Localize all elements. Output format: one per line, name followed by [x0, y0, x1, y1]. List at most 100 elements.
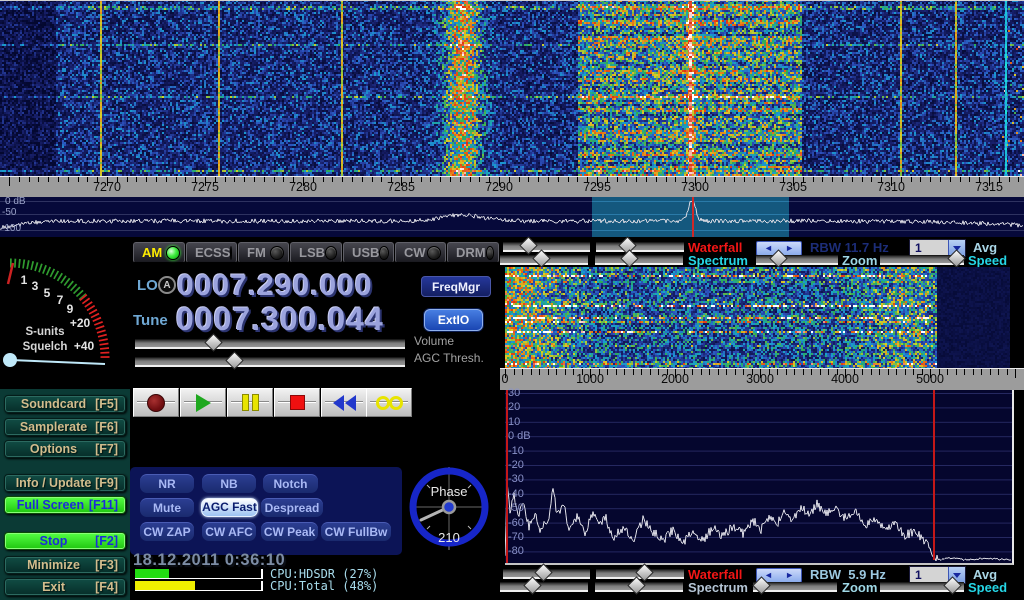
exit-button[interactable]: Exit[F4] [4, 578, 126, 596]
cpu-hdsdr-bar [135, 569, 263, 579]
volume-slider[interactable] [135, 339, 405, 349]
mode-led [166, 246, 180, 260]
audio-spectrum-display[interactable] [505, 390, 1012, 563]
waterfall-contrast-slider[interactable] [596, 242, 684, 252]
slider-thumb[interactable] [620, 249, 638, 267]
speed2-slider[interactable] [880, 582, 964, 592]
agc-thresh-slider-thumb[interactable] [225, 351, 243, 369]
mode-button-drm[interactable]: DRM [447, 242, 499, 263]
rf-scale-tick-label: 7315 [975, 180, 1003, 194]
db-tick-label: -30 [508, 473, 524, 485]
pause-button[interactable] [227, 388, 273, 417]
play-button[interactable] [180, 388, 226, 417]
samplerate-button[interactable]: Samplerate[F6] [4, 418, 126, 436]
window-top-edge [0, 0, 1024, 1]
slider-thumb[interactable] [532, 249, 550, 267]
slider-thumb[interactable] [523, 576, 541, 594]
speed-slider[interactable] [880, 255, 964, 265]
db-tick-label: 10 [508, 416, 520, 428]
mode-button-ecss[interactable]: ECSS [186, 242, 237, 263]
stop-button[interactable]: Stop[F2] [4, 532, 126, 550]
db-tick-label: -80 [508, 545, 524, 557]
rf-scale-tick-label: 7280 [289, 180, 317, 194]
nr-button[interactable]: NR [140, 474, 194, 493]
spectrum-range-slider[interactable] [595, 255, 683, 265]
spectrum2-range-slider[interactable] [595, 582, 683, 592]
record-icon [147, 394, 165, 412]
arrow-left-icon[interactable]: ◄ [764, 244, 773, 253]
arrow-right-icon[interactable]: ► [785, 571, 794, 580]
lo-frequency-display[interactable]: 0007.290.000 [177, 269, 373, 303]
spectrum-gain-slider[interactable] [500, 255, 588, 265]
soundcard-button[interactable]: Soundcard[F5] [4, 395, 126, 413]
mode-led [270, 246, 284, 260]
tune-frequency-display[interactable]: 0007.300.044 [176, 301, 384, 338]
audio-scale-tick-label: 3000 [746, 372, 774, 386]
db-tick-label: 20 [508, 401, 520, 413]
db-tick-label: -60 [508, 517, 524, 529]
agc-thresh-slider[interactable] [135, 357, 405, 367]
audio-waterfall-display[interactable] [505, 267, 1010, 368]
mode-button-fm[interactable]: FM [238, 242, 289, 263]
slider-thumb[interactable] [534, 563, 552, 581]
waterfall-brightness-slider[interactable] [503, 242, 590, 252]
spectrum-label: Spectrum [688, 253, 748, 268]
speed-label: Speed [968, 580, 1007, 595]
extio-button[interactable]: ExtIO [424, 309, 483, 331]
zoom2-slider[interactable] [753, 582, 837, 592]
overview-spectrum-display[interactable] [0, 197, 1024, 237]
spectrum2-gain-slider[interactable] [500, 582, 588, 592]
arrow-right-icon[interactable]: ► [785, 244, 794, 253]
audio-scale-tick-label: 0 [502, 372, 509, 386]
mode-button-am[interactable]: AM [133, 242, 185, 263]
despread-button[interactable]: Despread [261, 498, 323, 517]
left-button-panel: Soundcard[F5] Samplerate[F6] Options[F7]… [0, 389, 130, 600]
rewind-button[interactable] [321, 388, 367, 417]
agc-thresh-label: AGC Thresh. [414, 351, 484, 365]
cpu-total-text: CPU:Total (48%) [270, 579, 378, 593]
minimize-button[interactable]: Minimize[F3] [4, 556, 126, 574]
mode-button-lsb[interactable]: LSB [290, 242, 342, 263]
notch-button[interactable]: Notch [263, 474, 318, 493]
mode-led [379, 246, 389, 260]
db-tick-label: -70 [508, 531, 524, 543]
squelch-label[interactable]: Squelch [23, 341, 68, 353]
stop-playback-button[interactable] [274, 388, 320, 417]
tune-label: Tune [133, 312, 168, 329]
loop-button[interactable] [366, 388, 412, 417]
s-units-label: S-units [26, 326, 65, 338]
cw-peak-button[interactable]: CW Peak [261, 522, 318, 541]
mini-db-label: 0 dB [5, 196, 26, 207]
rewind-icon [333, 395, 344, 411]
record-button[interactable] [133, 388, 179, 417]
cw-zap-button[interactable]: CW ZAP [140, 522, 194, 541]
waterfall2-brightness-slider[interactable] [503, 569, 590, 579]
freq-mgr-button[interactable]: FreqMgr [421, 276, 491, 297]
info-update-button[interactable]: Info / Update[F9] [4, 474, 126, 492]
main-waterfall-display[interactable] [0, 0, 1024, 176]
stop-icon [290, 395, 305, 410]
cw-afc-button[interactable]: CW AFC [202, 522, 256, 541]
slider-thumb[interactable] [519, 236, 537, 254]
nb-button[interactable]: NB [202, 474, 256, 493]
options-button[interactable]: Options[F7] [4, 440, 126, 458]
waterfall2-contrast-slider[interactable] [596, 569, 684, 579]
cpu-total-bar [135, 581, 263, 591]
s-meter-tick-label: 1 [21, 273, 28, 287]
mini-db-label: -100 [1, 223, 21, 234]
lo-mode-badge[interactable]: A [158, 276, 176, 294]
db-tick-label: -20 [508, 459, 524, 471]
cw-fullbw-button[interactable]: CW FullBw [321, 522, 391, 541]
zoom-slider[interactable] [756, 255, 838, 265]
mute-button[interactable]: Mute [140, 498, 194, 517]
rf-scale-tick-label: 7300 [681, 180, 709, 194]
arrow-left-icon[interactable]: ◄ [764, 571, 773, 580]
mode-button-cw[interactable]: CW [395, 242, 446, 263]
phase-dial[interactable]: Phase 210 [407, 463, 493, 553]
mini-db-label: -50 [2, 207, 16, 218]
full-screen-button[interactable]: Full Screen[F11] [4, 496, 126, 514]
agc-fast-button[interactable]: AGC Fast [201, 498, 258, 517]
mode-button-usb[interactable]: USB [343, 242, 394, 263]
volume-label: Volume [414, 334, 454, 348]
s-meter-tick-label: 9 [67, 302, 74, 316]
